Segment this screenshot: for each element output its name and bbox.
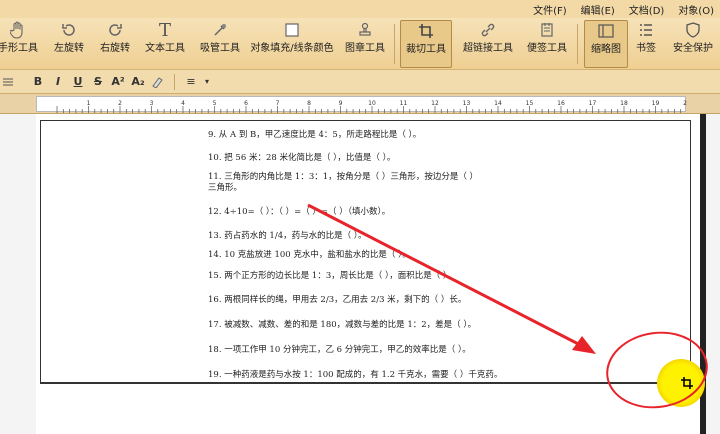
hand-icon (8, 20, 28, 40)
menu-object[interactable]: 对象(O) (678, 2, 714, 17)
align-button[interactable]: ≡ (183, 73, 199, 91)
crop-tool-label: 裁切工具 (406, 44, 446, 55)
ruler-label: 8 (307, 100, 311, 107)
crop-tool-button[interactable]: 裁切工具 (400, 20, 452, 68)
ruler-label: 19 (652, 100, 660, 107)
app-window: 文件(F) 编辑(E) 文档(D) 对象(O) 手形工具 左旋转 右旋转 T 文… (0, 0, 720, 434)
rotate-left-button[interactable]: 左旋转 (48, 20, 90, 68)
bookmark-label: 书签 (636, 43, 656, 54)
rotate-left-label: 左旋转 (54, 43, 84, 54)
menu-bar: 文件(F) 编辑(E) 文档(D) 对象(O) (0, 0, 720, 18)
menu-document[interactable]: 文档(D) (629, 2, 665, 17)
shield-icon (683, 20, 703, 40)
eyedropper-icon (210, 20, 230, 40)
menu-file[interactable]: 文件(F) (533, 2, 567, 17)
crop-icon (416, 21, 436, 41)
hand-tool-label: 手形工具 (0, 43, 38, 54)
ruler-label: 5 (213, 100, 217, 107)
page-edge (700, 114, 706, 434)
text-tool-icon: T (158, 19, 171, 41)
thumbnail-label: 缩略图 (591, 44, 621, 55)
separator (174, 73, 175, 90)
ruler-label: 4 (181, 100, 185, 107)
note-tool-button[interactable]: 便签工具 (522, 20, 572, 68)
ruler-label: 7 (276, 100, 280, 107)
ruler-label: 6 (244, 100, 248, 107)
ruler-label: 13 (463, 100, 471, 107)
security-button[interactable]: 安全保护 (666, 20, 720, 68)
ruler-label: 2 (118, 100, 122, 107)
toolbar-ribbon: 手形工具 左旋转 右旋转 T 文本工具 吸管工具 对象填充/线条颜色 图章工具 (0, 18, 720, 70)
eyedropper-button[interactable]: 吸管工具 (194, 20, 246, 68)
format-bar: B I U S A² A₂ ≡ ▾ (0, 70, 720, 94)
rotate-right-button[interactable]: 右旋转 (94, 20, 136, 68)
ruler-label: 20 (683, 100, 687, 107)
rotate-right-icon (105, 20, 125, 40)
stamp-tool-button[interactable]: 图章工具 (340, 20, 390, 68)
ruler-label: 16 (557, 100, 565, 107)
ruler-label: 17 (589, 100, 597, 107)
security-label: 安全保护 (673, 43, 713, 54)
rotate-left-icon (59, 20, 79, 40)
ruler-label: 1 (87, 100, 91, 107)
subscript-button[interactable]: A₂ (130, 73, 146, 91)
fill-stroke-icon (282, 20, 302, 40)
ruler-label: 9 (339, 100, 343, 107)
toolbar-separator (394, 24, 395, 64)
crop-frame[interactable] (40, 120, 691, 383)
note-tool-label: 便签工具 (527, 43, 567, 54)
horizontal-ruler: 1234567891011121314151617181920 (0, 94, 720, 114)
ruler-label: 10 (368, 100, 376, 107)
link-icon (478, 20, 498, 40)
strikethrough-button[interactable]: S (90, 73, 106, 91)
chevron-down-icon[interactable]: ▾ (203, 73, 211, 91)
stamp-tool-label: 图章工具 (345, 43, 385, 54)
bookmark-icon (636, 20, 656, 40)
stamp-icon (355, 20, 375, 40)
hand-tool-button[interactable]: 手形工具 (0, 20, 42, 68)
ruler-label: 11 (400, 100, 408, 107)
italic-button[interactable]: I (50, 73, 66, 91)
ruler-label: 12 (431, 100, 439, 107)
eyedropper-label: 吸管工具 (200, 43, 240, 54)
ruler-scale: 1234567891011121314151617181920 (36, 96, 687, 113)
ruler-label: 15 (526, 100, 534, 107)
text-tool-label: 文本工具 (145, 43, 185, 54)
align-menu-icon[interactable] (0, 73, 16, 91)
note-icon (537, 20, 557, 40)
bold-button[interactable]: B (30, 73, 46, 91)
underline-button[interactable]: U (70, 73, 86, 91)
rotate-right-label: 右旋转 (100, 43, 130, 54)
text-tool-button[interactable]: T 文本工具 (140, 20, 190, 68)
ruler-label: 14 (494, 100, 502, 107)
ruler-label: 3 (150, 100, 154, 107)
thumbnail-icon (596, 21, 616, 41)
hyperlink-tool-label: 超链接工具 (463, 43, 513, 54)
hyperlink-tool-button[interactable]: 超链接工具 (458, 20, 518, 68)
fill-stroke-button[interactable]: 对象填充/线条颜色 (248, 20, 336, 68)
bookmark-button[interactable]: 书签 (630, 20, 662, 68)
menu-edit[interactable]: 编辑(E) (581, 2, 615, 17)
ruler-label: 18 (620, 100, 628, 107)
thumbnail-button[interactable]: 缩略图 (584, 20, 628, 68)
fill-stroke-label: 对象填充/线条颜色 (250, 43, 334, 54)
highlight-icon[interactable] (150, 73, 166, 91)
superscript-button[interactable]: A² (110, 73, 126, 91)
toolbar-separator (577, 24, 578, 64)
